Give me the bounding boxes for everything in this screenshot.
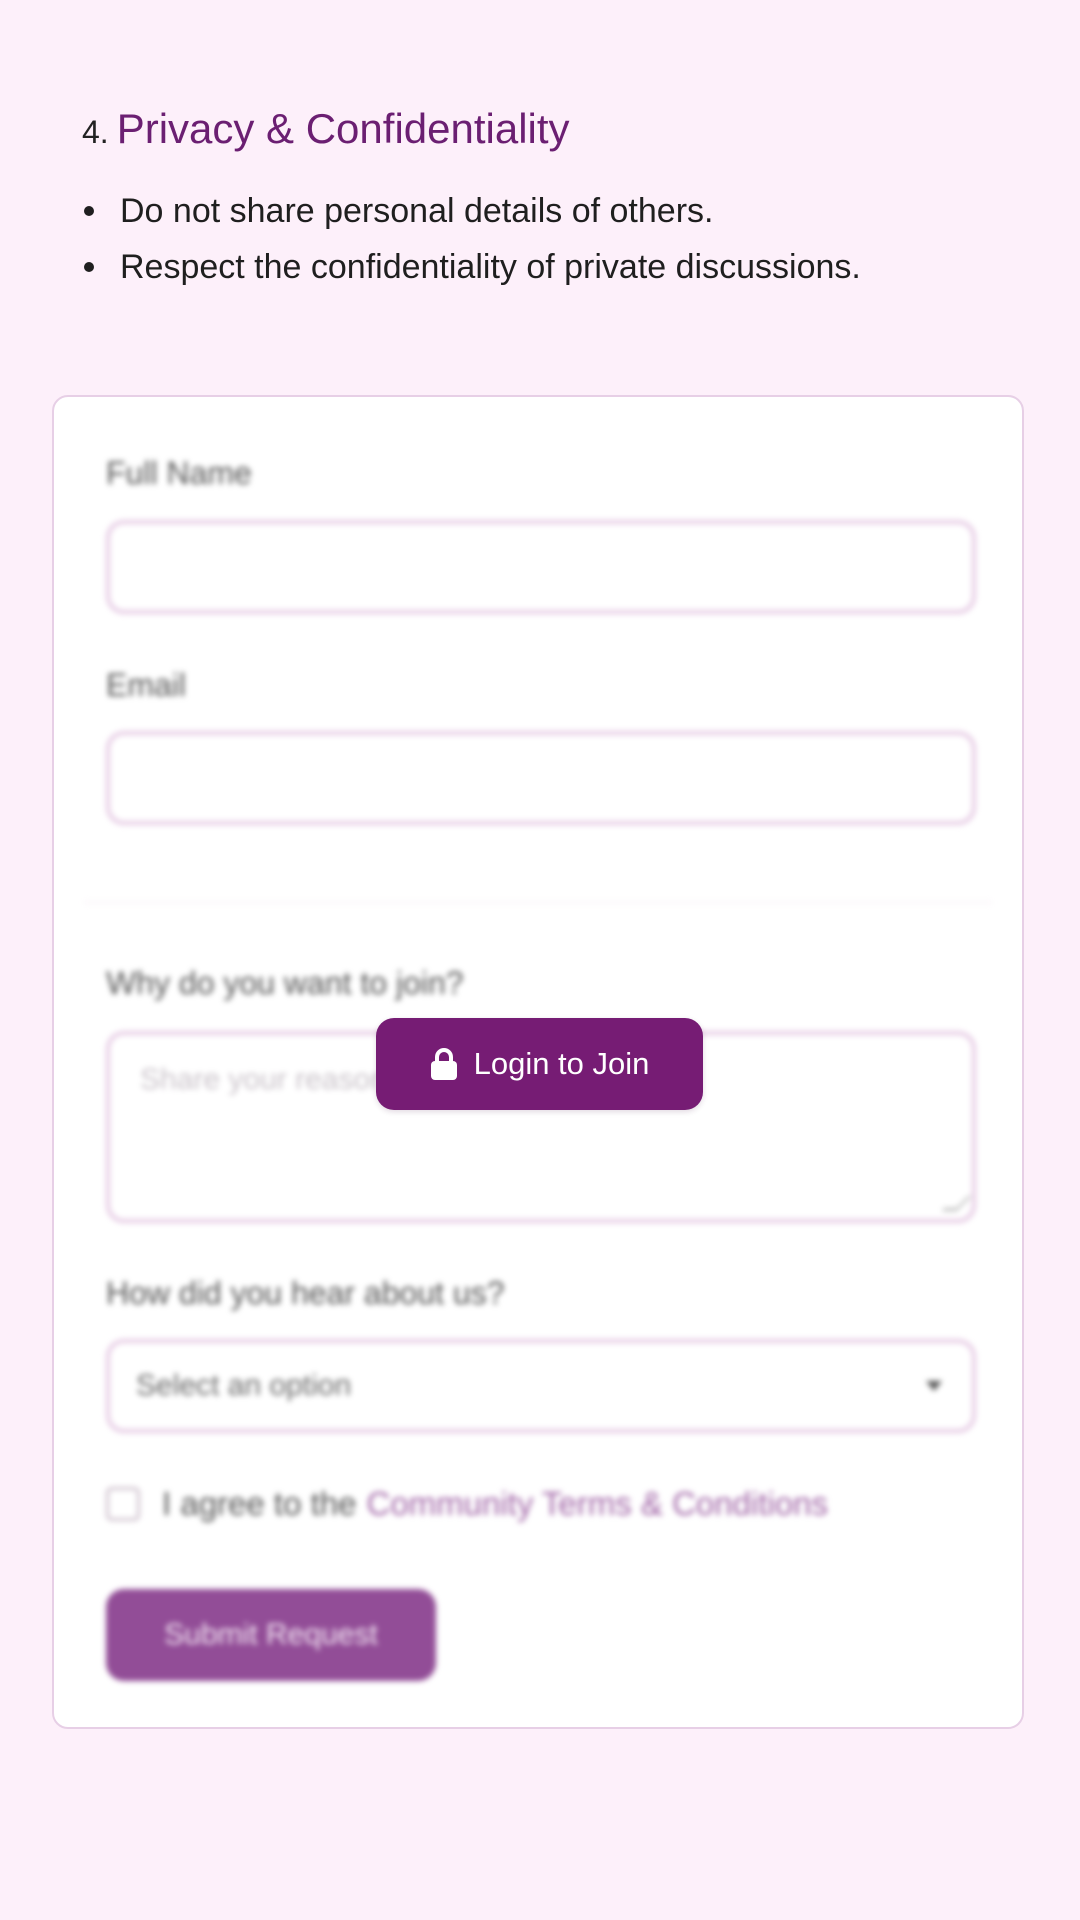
list-item: Do not share personal details of others.: [82, 183, 1012, 239]
terms-text: I agree to the: [162, 1485, 357, 1522]
reason-label: Why do you want to join?: [106, 965, 464, 1001]
full-name-label: Full Name: [106, 455, 252, 491]
login-to-join-button[interactable]: Login to Join: [376, 1018, 703, 1110]
chevron-down-icon: [926, 1381, 942, 1391]
lock-icon: [430, 1048, 457, 1080]
submit-button[interactable]: Submit Request: [106, 1589, 436, 1681]
full-name-input[interactable]: [106, 520, 976, 614]
bullet-icon: [84, 262, 94, 272]
email-input[interactable]: [106, 731, 976, 825]
source-select[interactable]: Select an option: [106, 1339, 976, 1433]
section-number: 4.: [82, 114, 109, 150]
source-label: How did you hear about us?: [106, 1275, 505, 1311]
rules-section: 4. Privacy & Confidentiality Do not shar…: [82, 105, 1012, 295]
rule-text: Respect the confidentiality of private d…: [120, 248, 861, 286]
terms-row: I agree to the Community Terms & Conditi…: [106, 1485, 828, 1523]
terms-checkbox[interactable]: [106, 1487, 140, 1521]
section-heading: 4. Privacy & Confidentiality: [82, 105, 1012, 153]
bullet-icon: [84, 206, 94, 216]
list-item: Respect the confidentiality of private d…: [82, 239, 1012, 295]
source-selected-value: Select an option: [136, 1369, 352, 1402]
submit-label: Submit Request: [164, 1618, 378, 1651]
section-title: Privacy & Confidentiality: [116, 105, 570, 152]
login-label: Login to Join: [473, 1046, 650, 1081]
terms-link[interactable]: Community Terms & Conditions: [366, 1485, 828, 1523]
divider: [84, 902, 992, 903]
email-label: Email: [106, 667, 187, 703]
resize-grip-icon[interactable]: [941, 1196, 972, 1211]
rules-list: Do not share personal details of others.…: [82, 183, 1012, 295]
rule-text: Do not share personal details of others.: [120, 192, 714, 230]
